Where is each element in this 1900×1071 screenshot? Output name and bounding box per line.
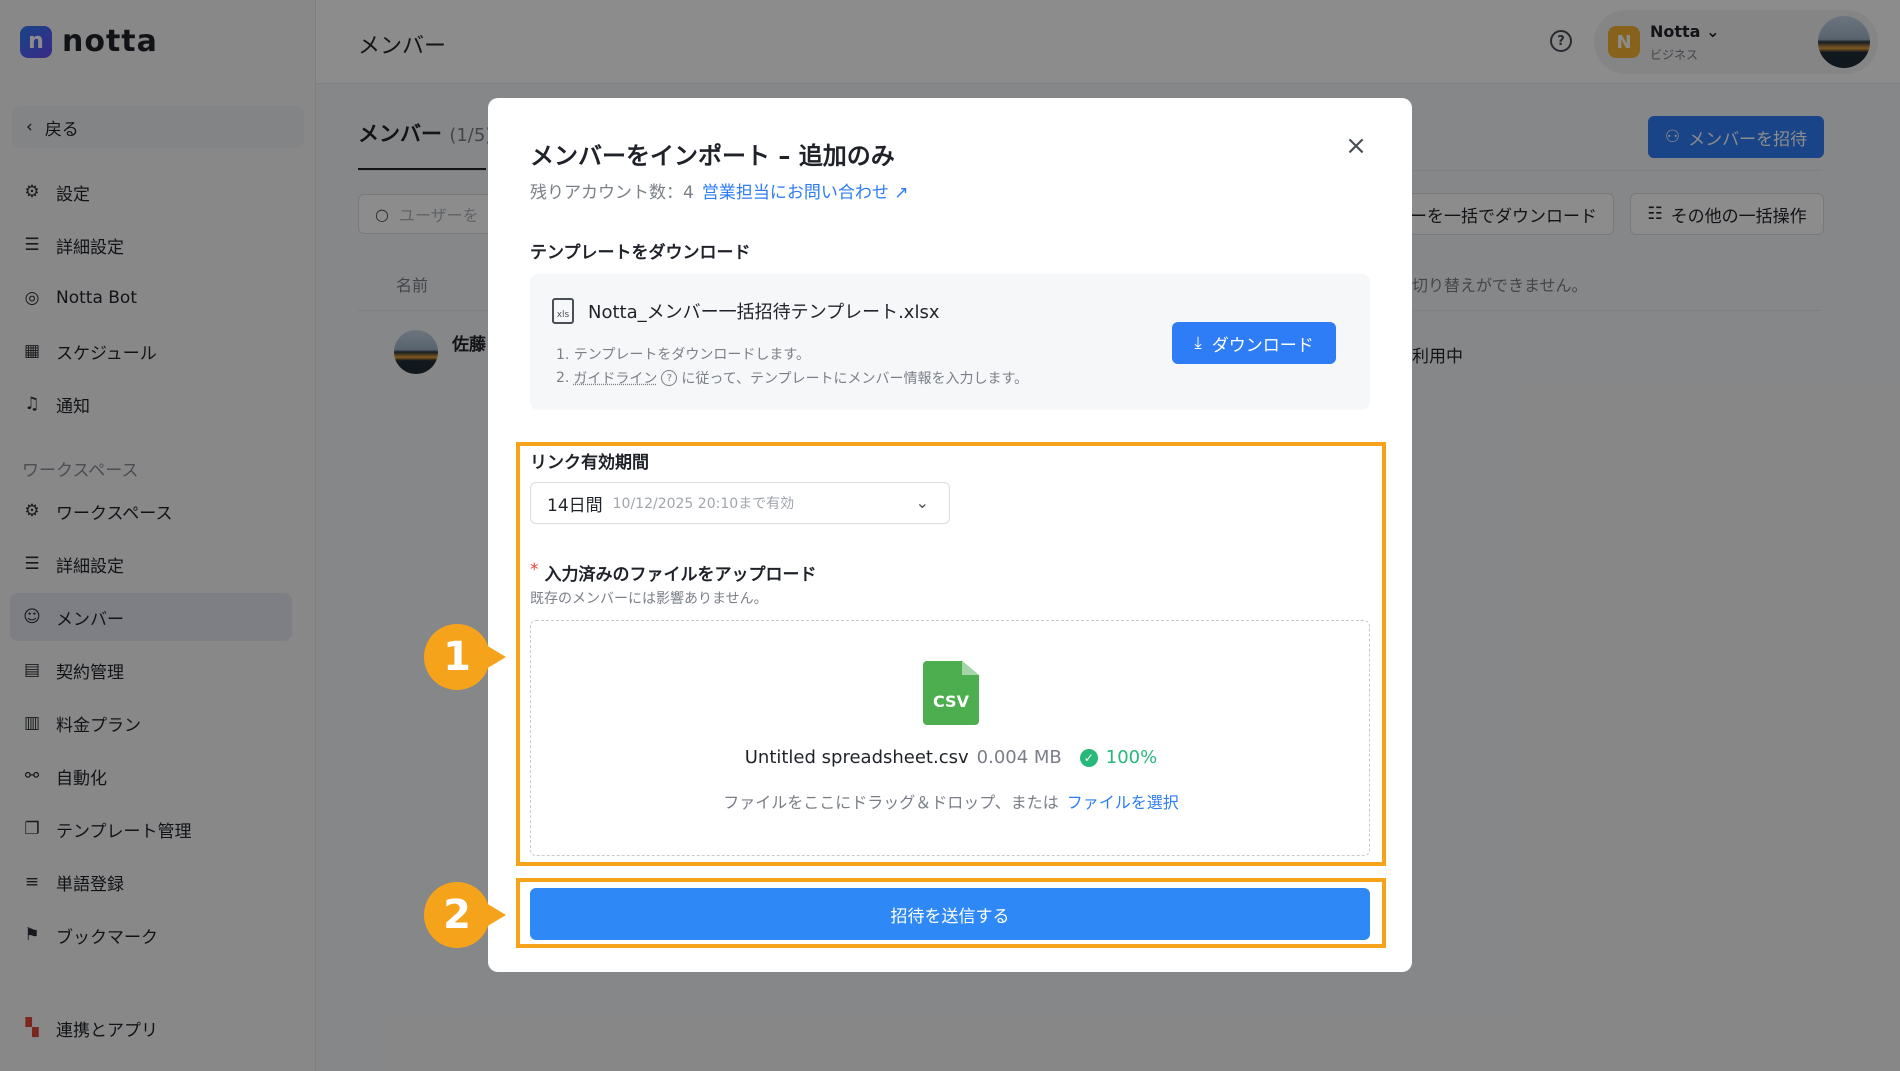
question-icon[interactable]: ? — [661, 370, 678, 386]
select-sub: 10/12/2025 20:10まで有効 — [612, 496, 795, 512]
drop-hint: ファイルをここにドラッグ＆ドロップ、または ファイルを選択 — [531, 789, 1371, 813]
template-file-name: Notta_メンバー一括招待テンプレート.xlsx — [588, 302, 940, 323]
required-mark: * — [530, 560, 539, 580]
template-heading: テンプレートをダウンロード — [530, 243, 751, 263]
contact-sales-link[interactable]: 営業担当にお問い合わせ ↗ — [702, 178, 909, 203]
drop-hint-text: ファイルをここにドラッグ＆ドロップ、または — [723, 793, 1059, 812]
download-icon: ⤓ — [1194, 333, 1202, 353]
spreadsheet-file-icon: xls — [552, 298, 574, 324]
uploaded-file-info: Untitled spreadsheet.csv 0.004 MB ✓ 100% — [531, 747, 1371, 768]
link-validity-label: リンク有効期間 — [530, 453, 649, 473]
uploaded-file-name: Untitled spreadsheet.csv — [744, 747, 969, 768]
step2-suffix: に従って、テンプレートにメンバー情報を入力します。 — [681, 371, 1029, 387]
file-drop-zone[interactable]: CSV Untitled spreadsheet.csv 0.004 MB ✓ … — [530, 620, 1370, 856]
upload-note: 既存のメンバーには影響ありません。 — [530, 591, 768, 607]
download-template-button[interactable]: ⤓ ダウンロード — [1172, 322, 1336, 364]
upload-label-text: 入力済みのファイルをアップロード — [544, 565, 817, 585]
external-link-icon: ↗ — [894, 183, 909, 203]
check-circle-icon: ✓ — [1079, 748, 1098, 767]
contact-link-text: 営業担当にお問い合わせ — [701, 183, 889, 203]
close-icon[interactable]: × — [1342, 131, 1370, 161]
upload-label: * 入力済みのファイルをアップロード — [530, 560, 817, 585]
import-members-modal: メンバーをインポート – 追加のみ × 残りアカウント数：4 営業担当にお問い合… — [488, 98, 1412, 972]
choose-file-link[interactable]: ファイルを選択 — [1067, 793, 1179, 812]
upload-progress: 100% — [1105, 747, 1158, 768]
callout-badge-2: 2 — [424, 882, 506, 948]
send-invitation-button[interactable]: 招待を送信する — [530, 888, 1370, 940]
uploaded-file-size: 0.004 MB — [976, 747, 1062, 768]
download-label: ダウンロード — [1211, 335, 1314, 356]
link-validity-select[interactable]: 14日間 10/12/2025 20:10まで有効 ⌄ — [530, 482, 950, 524]
step2-prefix: 2. — [556, 370, 570, 386]
remaining-label: 残りアカウント数：4 — [530, 183, 694, 203]
chevron-down-icon: ⌄ — [915, 493, 929, 512]
template-step-1: 1. テンプレートをダウンロードします。 — [556, 347, 810, 363]
template-box: xls Notta_メンバー一括招待テンプレート.xlsx 1. テンプレートを… — [530, 274, 1370, 410]
callout-badge-1: 1 — [424, 624, 506, 690]
guideline-link[interactable]: ガイドライン — [573, 368, 657, 388]
select-value: 14日間 — [547, 495, 603, 516]
remaining-accounts: 残りアカウント数：4 営業担当にお問い合わせ ↗ — [530, 178, 908, 203]
template-step-2: 2. ガイドライン ? に従って、テンプレートにメンバー情報を入力します。 — [556, 368, 1028, 388]
modal-title: メンバーをインポート – 追加のみ — [530, 142, 895, 170]
